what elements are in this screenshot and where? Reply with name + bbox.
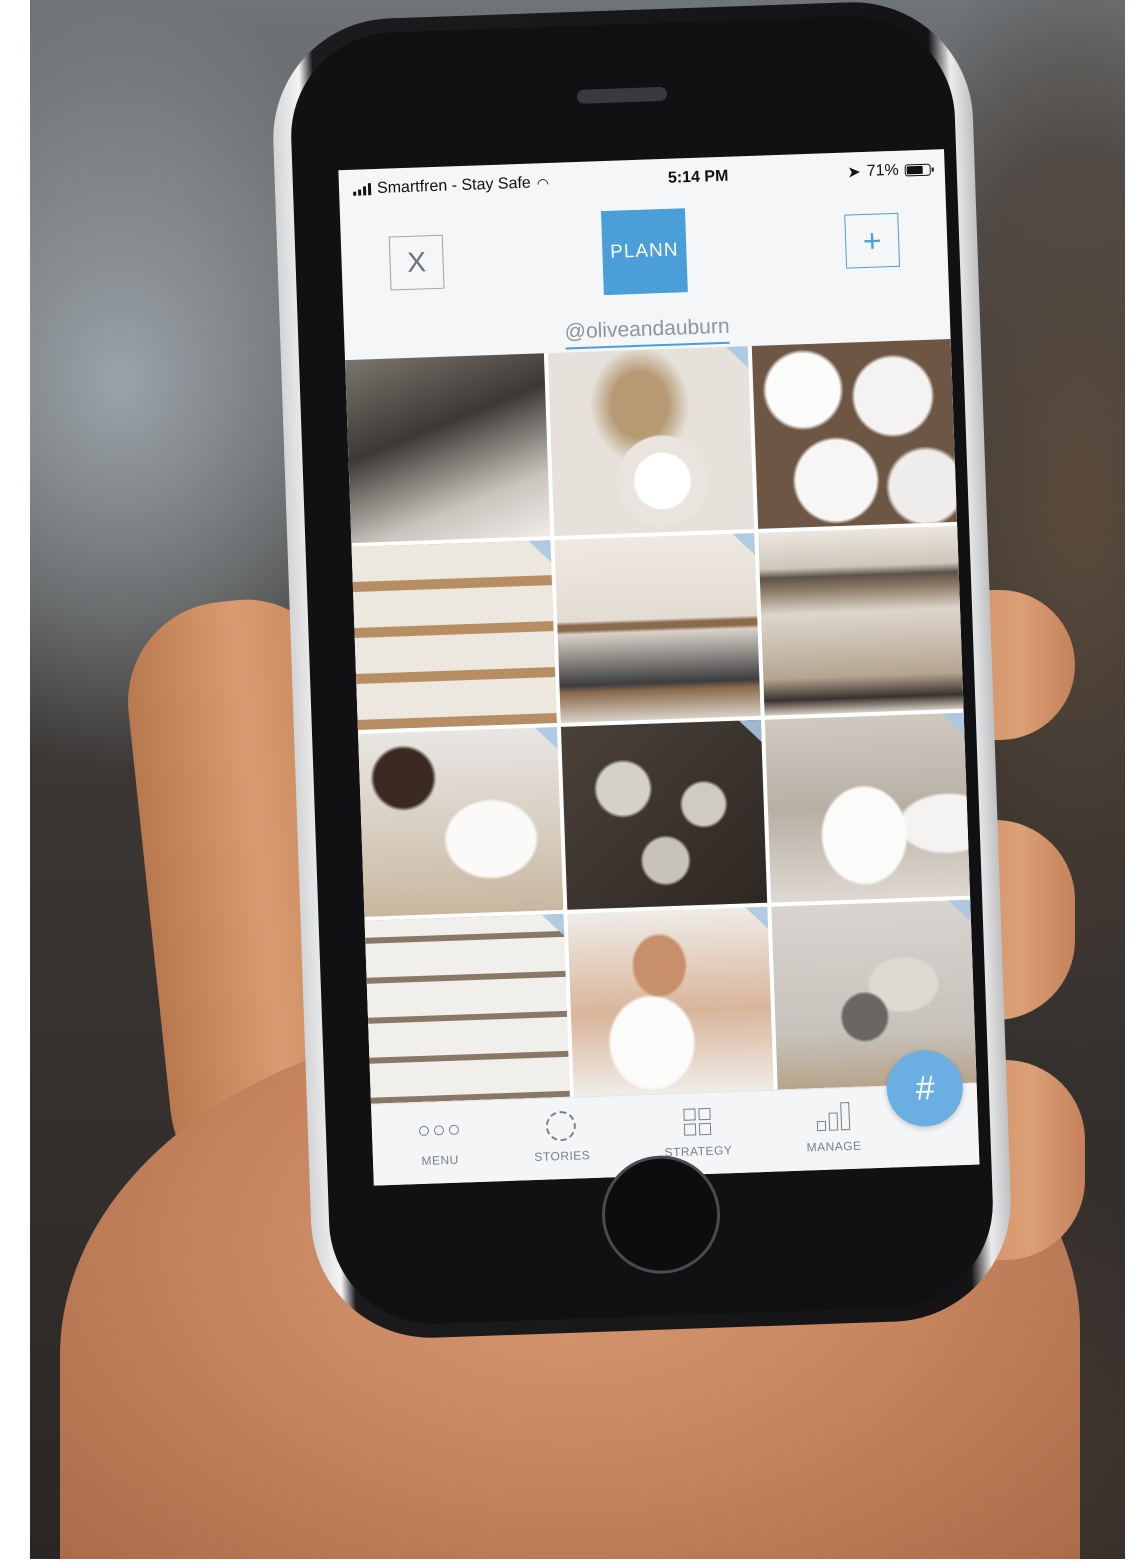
scheduled-corner-icon [948, 899, 971, 923]
scheduled-corner-icon [738, 719, 762, 743]
earpiece-speaker [576, 86, 668, 104]
image-border-right [1125, 0, 1145, 1565]
plann-logo: PLANN [600, 208, 688, 296]
grid-tile-teapots[interactable] [561, 719, 767, 910]
bar-chart-icon [816, 1101, 850, 1132]
grid-tile-dried-grass-vase[interactable] [548, 346, 754, 536]
smartphone: Smartfren - Stay Safe ◠ 5:14 PM ➤ 71% X … [269, 0, 1015, 1342]
tab-stories-label: STORIES [534, 1148, 591, 1165]
stories-ring-icon [545, 1110, 577, 1142]
grid-tile-pottery-shop[interactable] [364, 913, 571, 1104]
scheduled-corner-icon [725, 346, 749, 369]
grid-tile-woman-painting[interactable] [358, 726, 564, 917]
scheduled-corner-icon [745, 906, 768, 930]
grid-tile-hands-bowl[interactable] [567, 906, 774, 1097]
status-time: 5:14 PM [667, 167, 729, 187]
location-arrow-icon: ➤ [847, 164, 862, 182]
grid-tile-stacked-bowls[interactable] [764, 712, 971, 903]
grid-tile-black-jug-shelf[interactable] [554, 533, 761, 723]
feed-grid [345, 339, 977, 1104]
tab-manage-label: MANAGE [806, 1138, 862, 1155]
tab-menu-label: MENU [421, 1152, 460, 1168]
scheduled-corner-icon [731, 533, 755, 556]
battery-percent: 71% [866, 161, 900, 180]
grid-tile-dark-bowls-stand[interactable] [757, 525, 964, 716]
wifi-icon: ◠ [536, 174, 550, 191]
add-post-button[interactable]: + [844, 212, 901, 269]
app-screen: Smartfren - Stay Safe ◠ 5:14 PM ➤ 71% X … [338, 149, 980, 1186]
signal-icon [353, 183, 372, 196]
grid-tile-wooden-shelves[interactable] [351, 540, 558, 730]
close-button[interactable]: X [388, 234, 445, 291]
scheduled-corner-icon [528, 540, 552, 563]
app-header: X PLANN + @oliveandauburn [340, 189, 951, 360]
grid-tile-woman-stacking-plates[interactable] [345, 353, 551, 544]
status-right: ➤ 71% [847, 160, 931, 183]
tab-stories[interactable]: STORIES [533, 1110, 591, 1164]
battery-icon [904, 163, 931, 177]
scheduled-corner-icon [941, 712, 965, 736]
tab-manage[interactable]: MANAGE [805, 1101, 862, 1155]
grid-icon [683, 1106, 712, 1137]
tab-menu[interactable]: MENU [418, 1115, 461, 1168]
image-border-bottom [0, 1559, 1145, 1565]
scheduled-corner-icon [535, 726, 559, 750]
scheduled-corner-icon [541, 913, 565, 937]
phone-bezel: Smartfren - Stay Safe ◠ 5:14 PM ➤ 71% X … [287, 12, 997, 1328]
image-border-left [0, 0, 30, 1565]
carrier-name: Smartfren - Stay Safe [376, 174, 532, 197]
grid-tile-white-cups[interactable] [751, 339, 958, 529]
more-dots-icon [418, 1115, 460, 1146]
status-left: Smartfren - Stay Safe ◠ [353, 174, 550, 199]
account-username: @oliveandauburn [564, 314, 731, 350]
tab-strategy[interactable]: STRATEGY [663, 1105, 733, 1160]
